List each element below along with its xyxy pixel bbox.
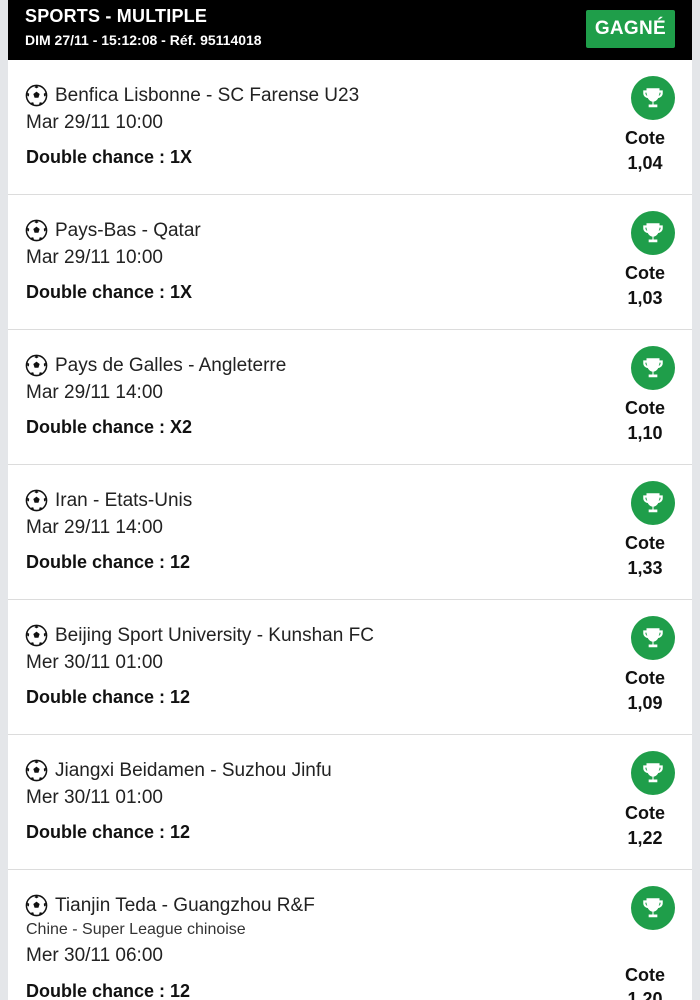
match-name: Pays-Bas - Qatar bbox=[55, 219, 201, 241]
match-name: Jiangxi Beidamen - Suzhou Jinfu bbox=[55, 759, 332, 781]
odds-value: 1,22 bbox=[627, 828, 663, 848]
match-date: Mer 30/11 06:00 bbox=[26, 945, 163, 966]
status-badge: GAGNÉ bbox=[585, 10, 675, 48]
match-name: Pays de Galles - Angleterre bbox=[55, 354, 287, 376]
ticket-header: SPORTS - MULTIPLE DIM 27/11 - 15:12:08 -… bbox=[8, 0, 692, 60]
trophy-icon bbox=[631, 346, 675, 390]
bet-ticket: SPORTS - MULTIPLE DIM 27/11 - 15:12:08 -… bbox=[8, 0, 692, 1000]
soccer-ball-icon bbox=[25, 489, 48, 512]
soccer-ball-icon bbox=[25, 624, 48, 647]
bet-pick: Double chance : 12 bbox=[26, 822, 191, 842]
match-line: Tianjin Teda - Guangzhou R&F bbox=[25, 894, 315, 917]
match-line: Pays-Bas - Qatar bbox=[25, 219, 201, 242]
bet-pick: Double chance : 12 bbox=[26, 552, 191, 572]
trophy-icon bbox=[631, 76, 675, 120]
bet-row[interactable]: Iran - Etats-Unis Mar 29/11 14:00 Double… bbox=[8, 465, 692, 600]
bet-pick: Double chance : 1X bbox=[26, 147, 193, 167]
match-date: Mar 29/11 14:00 bbox=[26, 382, 163, 403]
match-line: Benfica Lisbonne - SC Farense U23 bbox=[25, 84, 359, 107]
bet-pick: Double chance : 12 bbox=[26, 981, 191, 1000]
match-line: Pays de Galles - Angleterre bbox=[25, 354, 286, 377]
trophy-icon bbox=[631, 616, 675, 660]
match-date: Mar 29/11 14:00 bbox=[26, 517, 163, 538]
bet-row[interactable]: Tianjin Teda - Guangzhou R&F Chine - Sup… bbox=[8, 870, 692, 1000]
bet-pick: Double chance : 1X bbox=[26, 282, 193, 302]
odds-label: Cote bbox=[625, 965, 665, 985]
trophy-icon bbox=[631, 481, 675, 525]
soccer-ball-icon bbox=[25, 759, 48, 782]
soccer-ball-icon bbox=[25, 354, 48, 377]
bet-row[interactable]: Pays-Bas - Qatar Mar 29/11 10:00 Double … bbox=[8, 195, 692, 330]
match-line: Beijing Sport University - Kunshan FC bbox=[25, 624, 374, 647]
odds-value: 1,33 bbox=[627, 558, 663, 578]
trophy-icon bbox=[631, 886, 675, 930]
match-name: Tianjin Teda - Guangzhou R&F bbox=[55, 894, 315, 916]
odds-label: Cote bbox=[625, 128, 665, 148]
odds-label: Cote bbox=[625, 533, 665, 553]
bet-row[interactable]: Jiangxi Beidamen - Suzhou Jinfu Mer 30/1… bbox=[8, 735, 692, 870]
odds-value: 1,04 bbox=[627, 153, 663, 173]
soccer-ball-icon bbox=[25, 894, 48, 917]
bet-row[interactable]: Pays de Galles - Angleterre Mar 29/11 14… bbox=[8, 330, 692, 465]
match-date: Mer 30/11 01:00 bbox=[26, 652, 163, 673]
odds-value: 1,03 bbox=[627, 288, 663, 308]
league-name: Chine - Super League chinoise bbox=[26, 921, 246, 938]
trophy-icon bbox=[631, 751, 675, 795]
match-line: Jiangxi Beidamen - Suzhou Jinfu bbox=[25, 759, 332, 782]
soccer-ball-icon bbox=[25, 219, 48, 242]
bet-row[interactable]: Benfica Lisbonne - SC Farense U23 Mar 29… bbox=[8, 60, 692, 195]
odds-label: Cote bbox=[625, 668, 665, 688]
match-date: Mar 29/11 10:00 bbox=[26, 247, 163, 268]
match-name: Benfica Lisbonne - SC Farense U23 bbox=[55, 84, 360, 106]
ticket-title: SPORTS - MULTIPLE bbox=[25, 6, 208, 26]
bet-pick: Double chance : X2 bbox=[26, 417, 193, 437]
match-date: Mer 30/11 01:00 bbox=[26, 787, 163, 808]
match-name: Iran - Etats-Unis bbox=[55, 489, 193, 511]
ticket-meta: DIM 27/11 - 15:12:08 - Réf. 95114018 bbox=[25, 32, 262, 48]
odds-label: Cote bbox=[625, 398, 665, 418]
match-date: Mar 29/11 10:00 bbox=[26, 112, 163, 133]
odds-value: 1,09 bbox=[627, 693, 663, 713]
odds-label: Cote bbox=[625, 803, 665, 823]
trophy-icon bbox=[631, 211, 675, 255]
odds-value: 1,20 bbox=[627, 989, 663, 1000]
soccer-ball-icon bbox=[25, 84, 48, 107]
odds-value: 1,10 bbox=[627, 423, 663, 443]
match-line: Iran - Etats-Unis bbox=[25, 489, 192, 512]
odds-label: Cote bbox=[625, 263, 665, 283]
bet-row[interactable]: Beijing Sport University - Kunshan FC Me… bbox=[8, 600, 692, 735]
match-name: Beijing Sport University - Kunshan FC bbox=[55, 624, 374, 646]
bet-pick: Double chance : 12 bbox=[26, 687, 191, 707]
